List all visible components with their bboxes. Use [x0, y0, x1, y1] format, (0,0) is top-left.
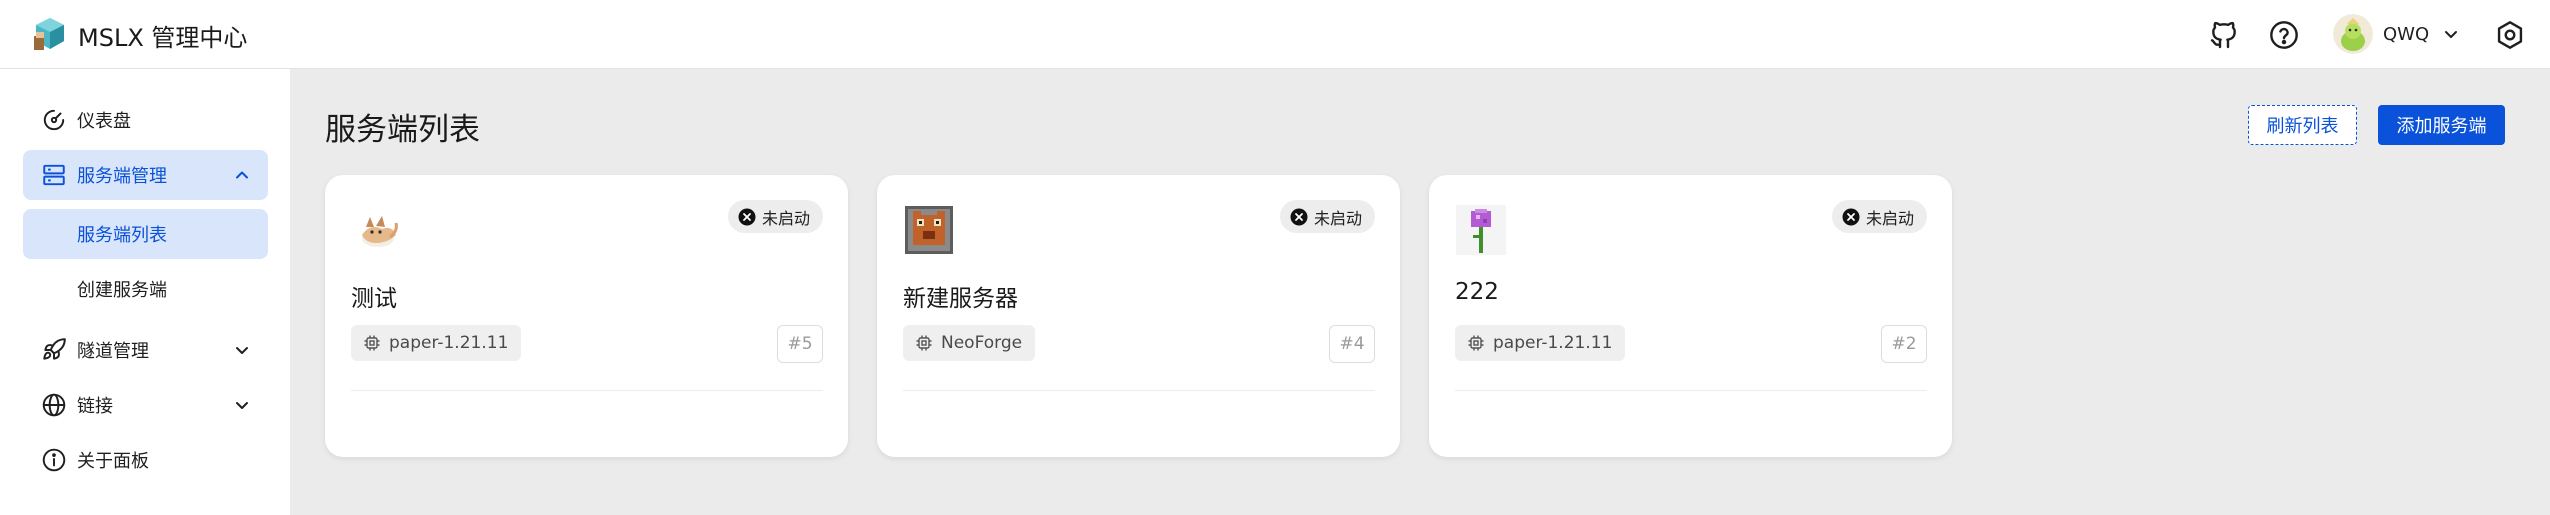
chevron-down-icon[interactable] — [2441, 24, 2461, 44]
chevron-up-icon — [232, 165, 252, 185]
sidebar-item-label: 服务端列表 — [77, 225, 167, 246]
divider — [903, 390, 1375, 391]
block-image — [904, 205, 954, 255]
github-icon[interactable] — [2208, 19, 2240, 51]
chevron-down-icon — [232, 340, 252, 360]
sidebar-item-dashboard[interactable]: 仪表盘 — [23, 95, 268, 145]
rocket-icon — [41, 337, 67, 363]
cpu-icon — [915, 334, 933, 352]
server-id-badge: #5 — [777, 325, 823, 363]
sidebar-item-label: 服务端管理 — [77, 166, 167, 187]
chevron-down-icon — [232, 395, 252, 415]
server-id-badge: #2 — [1881, 325, 1927, 363]
core-tag: paper-1.21.11 — [351, 325, 522, 361]
server-name: 新建服务器 — [903, 286, 1018, 312]
logo-icon[interactable] — [32, 16, 68, 52]
server-icon — [41, 162, 67, 188]
server-name: 测试 — [351, 286, 397, 312]
core-tag: paper-1.21.11 — [1455, 325, 1626, 361]
status-text: 未启动 — [761, 208, 810, 228]
sidebar-item-links[interactable]: 链接 — [23, 380, 268, 430]
avatar[interactable] — [2333, 14, 2373, 54]
app-title: MSLX 管理中心 — [78, 24, 248, 52]
status-text: 未启动 — [1865, 208, 1914, 228]
fox-image — [352, 205, 402, 255]
sidebar-item-server-management[interactable]: 服务端管理 — [23, 150, 268, 200]
close-circle-icon — [1290, 208, 1308, 226]
status-badge: 未启动 — [1279, 200, 1375, 233]
help-icon[interactable] — [2268, 19, 2300, 51]
divider — [1455, 390, 1927, 391]
sidebar-item-label: 仪表盘 — [77, 111, 131, 132]
username[interactable]: QWQ — [2383, 24, 2429, 45]
sidebar-subitem-create-server[interactable]: 创建服务端 — [23, 264, 268, 314]
divider — [351, 390, 823, 391]
server-card[interactable]: 未启动 测试 paper-1.21.11 #5 — [325, 175, 848, 457]
core-text: paper-1.21.11 — [389, 333, 509, 353]
top-header: MSLX 管理中心 QWQ — [0, 0, 2550, 69]
globe-icon — [41, 392, 67, 418]
sidebar-item-label: 创建服务端 — [77, 280, 167, 301]
add-server-button[interactable]: 添加服务端 — [2378, 105, 2505, 145]
status-badge: 未启动 — [727, 200, 823, 233]
core-tag: NeoForge — [903, 325, 1036, 361]
flower-image — [1456, 205, 1506, 255]
server-name: 222 — [1455, 279, 1499, 305]
status-badge: 未启动 — [1831, 200, 1927, 233]
sidebar-item-label: 隧道管理 — [77, 341, 149, 362]
close-circle-icon — [738, 208, 756, 226]
close-circle-icon — [1842, 208, 1860, 226]
refresh-button[interactable]: 刷新列表 — [2248, 105, 2357, 145]
user-menu[interactable]: QWQ — [2333, 14, 2461, 54]
sidebar-item-label: 链接 — [77, 396, 113, 417]
cpu-icon — [1467, 334, 1485, 352]
server-card[interactable]: 未启动 新建服务器 NeoForge #4 — [877, 175, 1400, 457]
server-card[interactable]: 未启动 222 paper-1.21.11 #2 — [1429, 175, 1952, 457]
sidebar-subitem-server-list[interactable]: 服务端列表 — [23, 209, 268, 259]
info-icon — [41, 447, 67, 473]
sidebar-item-label: 关于面板 — [77, 451, 149, 472]
server-id-badge: #4 — [1329, 325, 1375, 363]
sidebar-item-about[interactable]: 关于面板 — [23, 435, 268, 485]
cpu-icon — [363, 334, 381, 352]
status-text: 未启动 — [1313, 208, 1362, 228]
sidebar-item-tunnels[interactable]: 隧道管理 — [23, 325, 268, 375]
dashboard-icon — [41, 107, 67, 133]
sidebar: 仪表盘 服务端管理 服务端列表 创建服务端 隧道管理 链接 关于面板 — [0, 69, 290, 515]
settings-icon[interactable] — [2494, 19, 2526, 51]
page-title: 服务端列表 — [325, 112, 480, 148]
core-text: NeoForge — [941, 333, 1023, 353]
core-text: paper-1.21.11 — [1493, 333, 1613, 353]
